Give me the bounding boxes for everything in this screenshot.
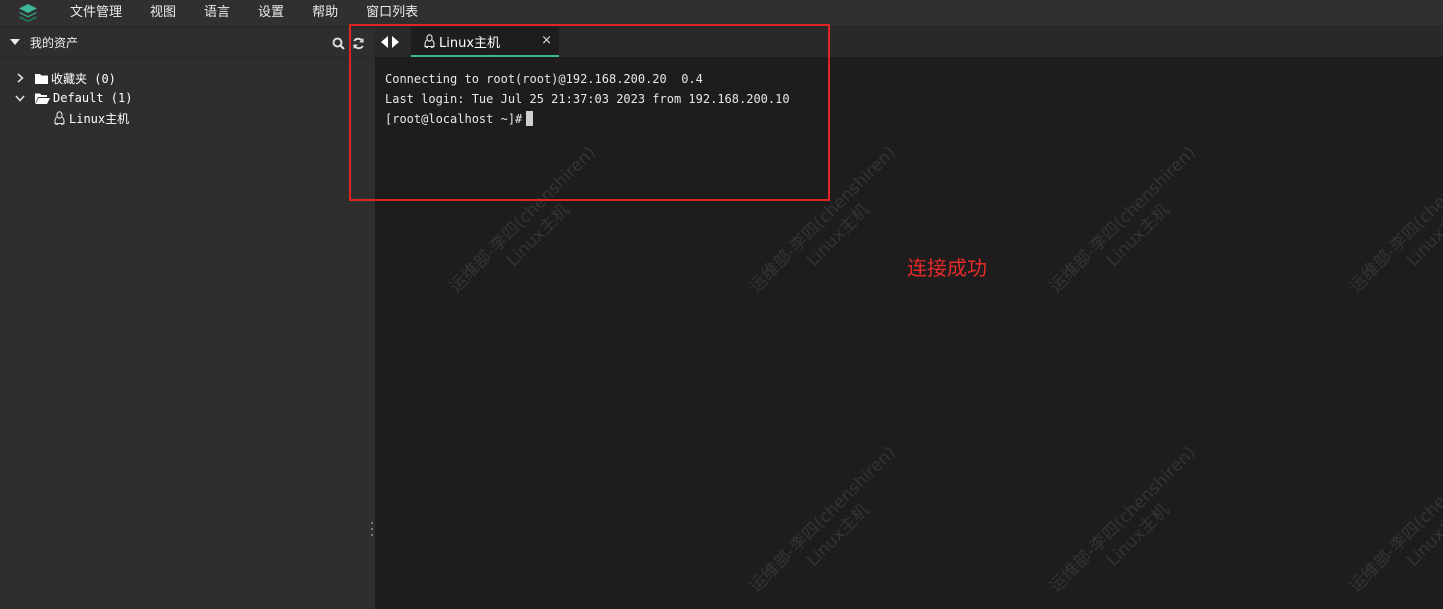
menu-file-management[interactable]: 文件管理 <box>56 0 136 26</box>
tree-item-label: Default (1) <box>53 91 133 105</box>
tree-item-default[interactable]: Default (1) <box>0 88 375 108</box>
terminal-cursor <box>526 111 534 126</box>
terminal-line: Last login: Tue Jul 25 21:37:03 2023 fro… <box>385 92 790 106</box>
tab-linux-host[interactable]: Linux主机 × <box>411 27 559 57</box>
linux-tux-icon <box>53 111 66 125</box>
menu-window-list[interactable]: 窗口列表 <box>352 0 432 26</box>
terminal-prompt-line: [root@localhost ~]# <box>385 109 790 129</box>
chevron-down-icon[interactable] <box>13 94 27 102</box>
tab-prev-icon[interactable] <box>381 33 388 52</box>
menu-help[interactable]: 帮助 <box>298 0 352 26</box>
tab-close-button[interactable]: × <box>541 33 552 48</box>
annotation-text: 连接成功 <box>907 256 987 280</box>
linux-tux-icon <box>423 34 436 48</box>
menubar: 文件管理 视图 语言 设置 帮助 窗口列表 <box>0 0 1443 27</box>
sidebar-header: 我的资产 <box>0 27 375 58</box>
collapse-caret-icon[interactable] <box>0 38 30 46</box>
sidebar-resize-handle[interactable] <box>370 522 374 536</box>
folder-icon <box>35 73 48 84</box>
tab-next-icon[interactable] <box>392 33 399 52</box>
app-window: 文件管理 视图 语言 设置 帮助 窗口列表 我的资产 收藏夹 (0) Defau… <box>0 0 1443 609</box>
main-panel: Linux主机 × Connecting to root(root)@192.1… <box>375 27 1443 609</box>
tree-item-linux-host[interactable]: Linux主机 <box>0 108 375 128</box>
refresh-icon[interactable] <box>352 35 365 54</box>
chevron-right-icon[interactable] <box>13 73 27 83</box>
menu-view[interactable]: 视图 <box>136 0 190 26</box>
search-icon[interactable] <box>332 35 345 54</box>
asset-sidebar: 我的资产 收藏夹 (0) Default (1) Linux主机 <box>0 27 375 609</box>
terminal-line: Connecting to root(root)@192.168.200.20 … <box>385 72 703 86</box>
asset-tree: 收藏夹 (0) Default (1) Linux主机 <box>0 58 375 128</box>
menu-language[interactable]: 语言 <box>190 0 244 26</box>
tab-nav <box>375 27 405 57</box>
folder-open-icon <box>35 93 50 104</box>
app-logo-icon <box>0 0 56 26</box>
tree-item-label: 收藏夹 (0) <box>51 71 116 86</box>
tab-label: Linux主机 <box>439 35 501 51</box>
terminal-prompt: [root@localhost ~]# <box>385 112 523 126</box>
tab-bar: Linux主机 × <box>375 27 1443 57</box>
menu-settings[interactable]: 设置 <box>244 0 298 26</box>
terminal-output[interactable]: Connecting to root(root)@192.168.200.20 … <box>385 69 790 129</box>
sidebar-title: 我的资产 <box>30 35 79 50</box>
tree-item-label: Linux主机 <box>69 111 130 126</box>
tree-item-favorites[interactable]: 收藏夹 (0) <box>0 68 375 88</box>
